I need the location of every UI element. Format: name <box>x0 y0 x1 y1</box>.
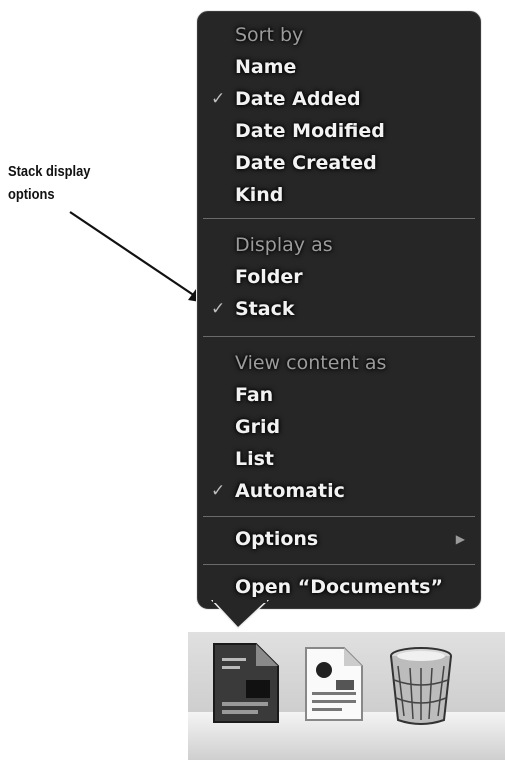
trash-icon[interactable] <box>386 646 456 726</box>
checkmark-icon: ✓ <box>211 299 226 319</box>
menu-item-list[interactable]: List <box>235 443 274 475</box>
display-as-header: Display as <box>235 234 333 256</box>
menu-separator <box>203 218 475 219</box>
menu-item-date-modified[interactable]: Date Modified <box>235 115 385 147</box>
menu-separator <box>203 336 475 337</box>
sort-by-header: Sort by <box>235 24 304 46</box>
checkmark-icon: ✓ <box>211 89 226 109</box>
menu-item-name[interactable]: Name <box>235 51 296 83</box>
document-file-icon[interactable] <box>302 644 366 724</box>
menu-item-open-documents[interactable]: Open “Documents” <box>235 571 443 603</box>
documents-stack-icon[interactable] <box>210 640 282 726</box>
menu-pointer-tail <box>210 600 270 630</box>
submenu-arrow-icon: ▶ <box>455 532 465 546</box>
menu-item-date-created[interactable]: Date Created <box>235 147 377 179</box>
annotation-label: Stack display options <box>8 163 91 203</box>
menu-item-stack[interactable]: Stack <box>235 293 295 325</box>
menu-separator <box>203 564 475 565</box>
menu-item-grid[interactable]: Grid <box>235 411 280 443</box>
stack-context-menu: Sort by Name ✓ Date Added Date Modified … <box>196 10 482 610</box>
menu-item-date-added[interactable]: Date Added <box>235 83 361 115</box>
menu-separator <box>203 516 475 517</box>
menu-item-kind[interactable]: Kind <box>235 179 283 211</box>
menu-item-automatic[interactable]: Automatic <box>235 475 345 507</box>
menu-item-options[interactable]: Options <box>235 523 465 555</box>
menu-item-folder[interactable]: Folder <box>235 261 303 293</box>
options-label: Options <box>235 528 319 550</box>
view-content-as-header: View content as <box>235 352 387 374</box>
checkmark-icon: ✓ <box>211 481 226 501</box>
menu-item-fan[interactable]: Fan <box>235 379 273 411</box>
